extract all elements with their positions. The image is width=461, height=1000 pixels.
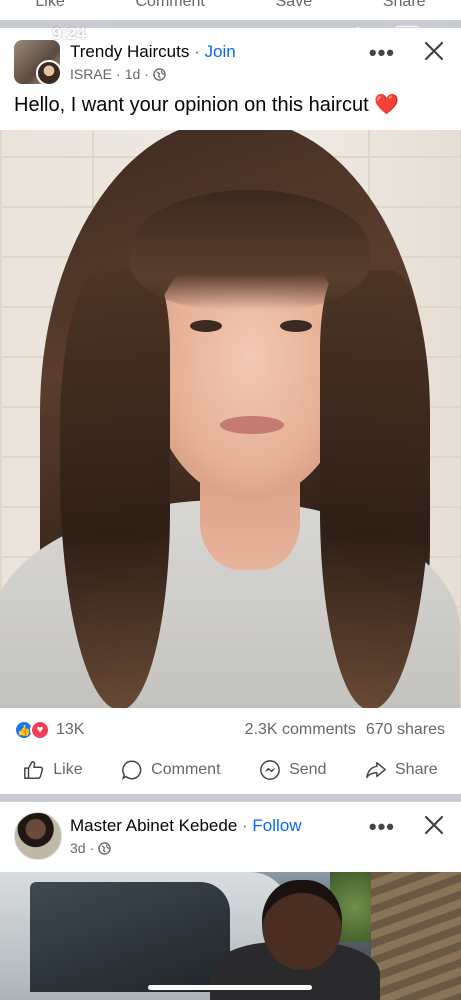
group-name[interactable]: Trendy Haircuts [70,42,189,61]
comment-label: Comment [151,761,221,778]
palm-trunk [371,872,461,1000]
more-options-icon[interactable]: ••• [369,40,395,66]
left-eye [190,320,222,332]
post-photo[interactable] [0,130,461,708]
engagement-counts: 2.3K comments 670 shares [245,721,445,739]
prev-share-label: Share [382,0,426,10]
send-button[interactable]: Send [259,759,326,781]
like-label: Like [53,761,83,778]
share-button[interactable]: Share [365,759,438,781]
meta-dot-3: · [89,840,95,856]
share-label: Share [395,761,438,778]
shares-count[interactable]: 670 shares [366,721,445,739]
author-name[interactable]: Master Abinet Kebede [70,816,237,835]
post-action-bar: Like Comment Send Share [0,752,461,788]
reactions-count[interactable]: 13K [56,721,84,739]
close-icon-2[interactable] [423,814,445,836]
post-time[interactable]: 1d [125,66,141,82]
group-name-line: Trendy Haircuts · Join [70,42,236,62]
post-card-2: Master Abinet Kebede · Follow 3d · ••• [0,802,461,1000]
lips [220,416,284,434]
person-head [262,880,342,970]
post-stats: 👍 ♥ 13K 2.3K comments 670 shares [0,716,461,746]
prev-like-button[interactable]: Like [35,0,64,11]
separator-dot-2: · [242,816,248,835]
follow-button[interactable]: Follow [252,816,301,835]
post-meta: ISRAE · 1d · [70,66,166,82]
author-avatar-2[interactable] [14,812,62,860]
post-meta-2: 3d · [70,840,112,856]
prev-like-label: Like [35,0,65,10]
previous-post-action-bar: Like Comment Save Share [0,0,461,20]
more-options-icon-2[interactable]: ••• [369,814,395,840]
comment-button[interactable]: Comment [121,759,221,781]
group-avatar[interactable] [14,40,60,84]
prev-share-button[interactable]: Share [383,0,426,11]
hair-bangs [130,190,370,310]
prev-save-label: Save [275,0,313,10]
like-button[interactable]: Like [23,759,83,781]
post-separator [0,20,461,28]
right-eye [280,320,312,332]
post-time-2[interactable]: 3d [70,840,86,856]
post-card: Trendy Haircuts · Join ISRAE · 1d · ••• … [0,28,461,794]
join-button[interactable]: Join [205,42,236,61]
comments-count[interactable]: 2.3K comments [245,721,356,739]
post-author[interactable]: ISRAE [70,66,112,82]
love-reaction-icon: ♥ [30,720,50,740]
separator-dot: · [194,42,200,61]
globe-icon-2 [98,841,112,855]
meta-dot-2: · [144,66,149,82]
share-arrow-icon [366,761,386,779]
post-photo-2[interactable] [0,872,461,1000]
prev-comment-label: Comment [135,0,205,10]
meta-dot: · [116,66,121,82]
comment-icon [122,760,142,780]
van-window [30,882,230,992]
send-label: Send [289,761,327,778]
post-text: Hello, I want your opinion on this hairc… [14,92,399,117]
globe-icon [153,67,166,81]
prev-save-button[interactable]: Save [276,0,312,11]
home-indicator[interactable] [148,985,312,990]
author-avatar [36,60,60,84]
heart-emoji: ❤️ [374,94,400,116]
prev-comment-button[interactable]: Comment [136,0,205,11]
author-name-line: Master Abinet Kebede · Follow [70,816,302,836]
thumbs-up-icon [24,761,44,779]
close-icon[interactable] [423,40,445,62]
post-header: Trendy Haircuts · Join ISRAE · 1d · ••• [0,28,461,90]
reaction-icons[interactable]: 👍 ♥ [14,720,50,740]
messenger-icon [260,760,280,780]
post-message: Hello, I want your opinion on this hairc… [14,94,369,116]
